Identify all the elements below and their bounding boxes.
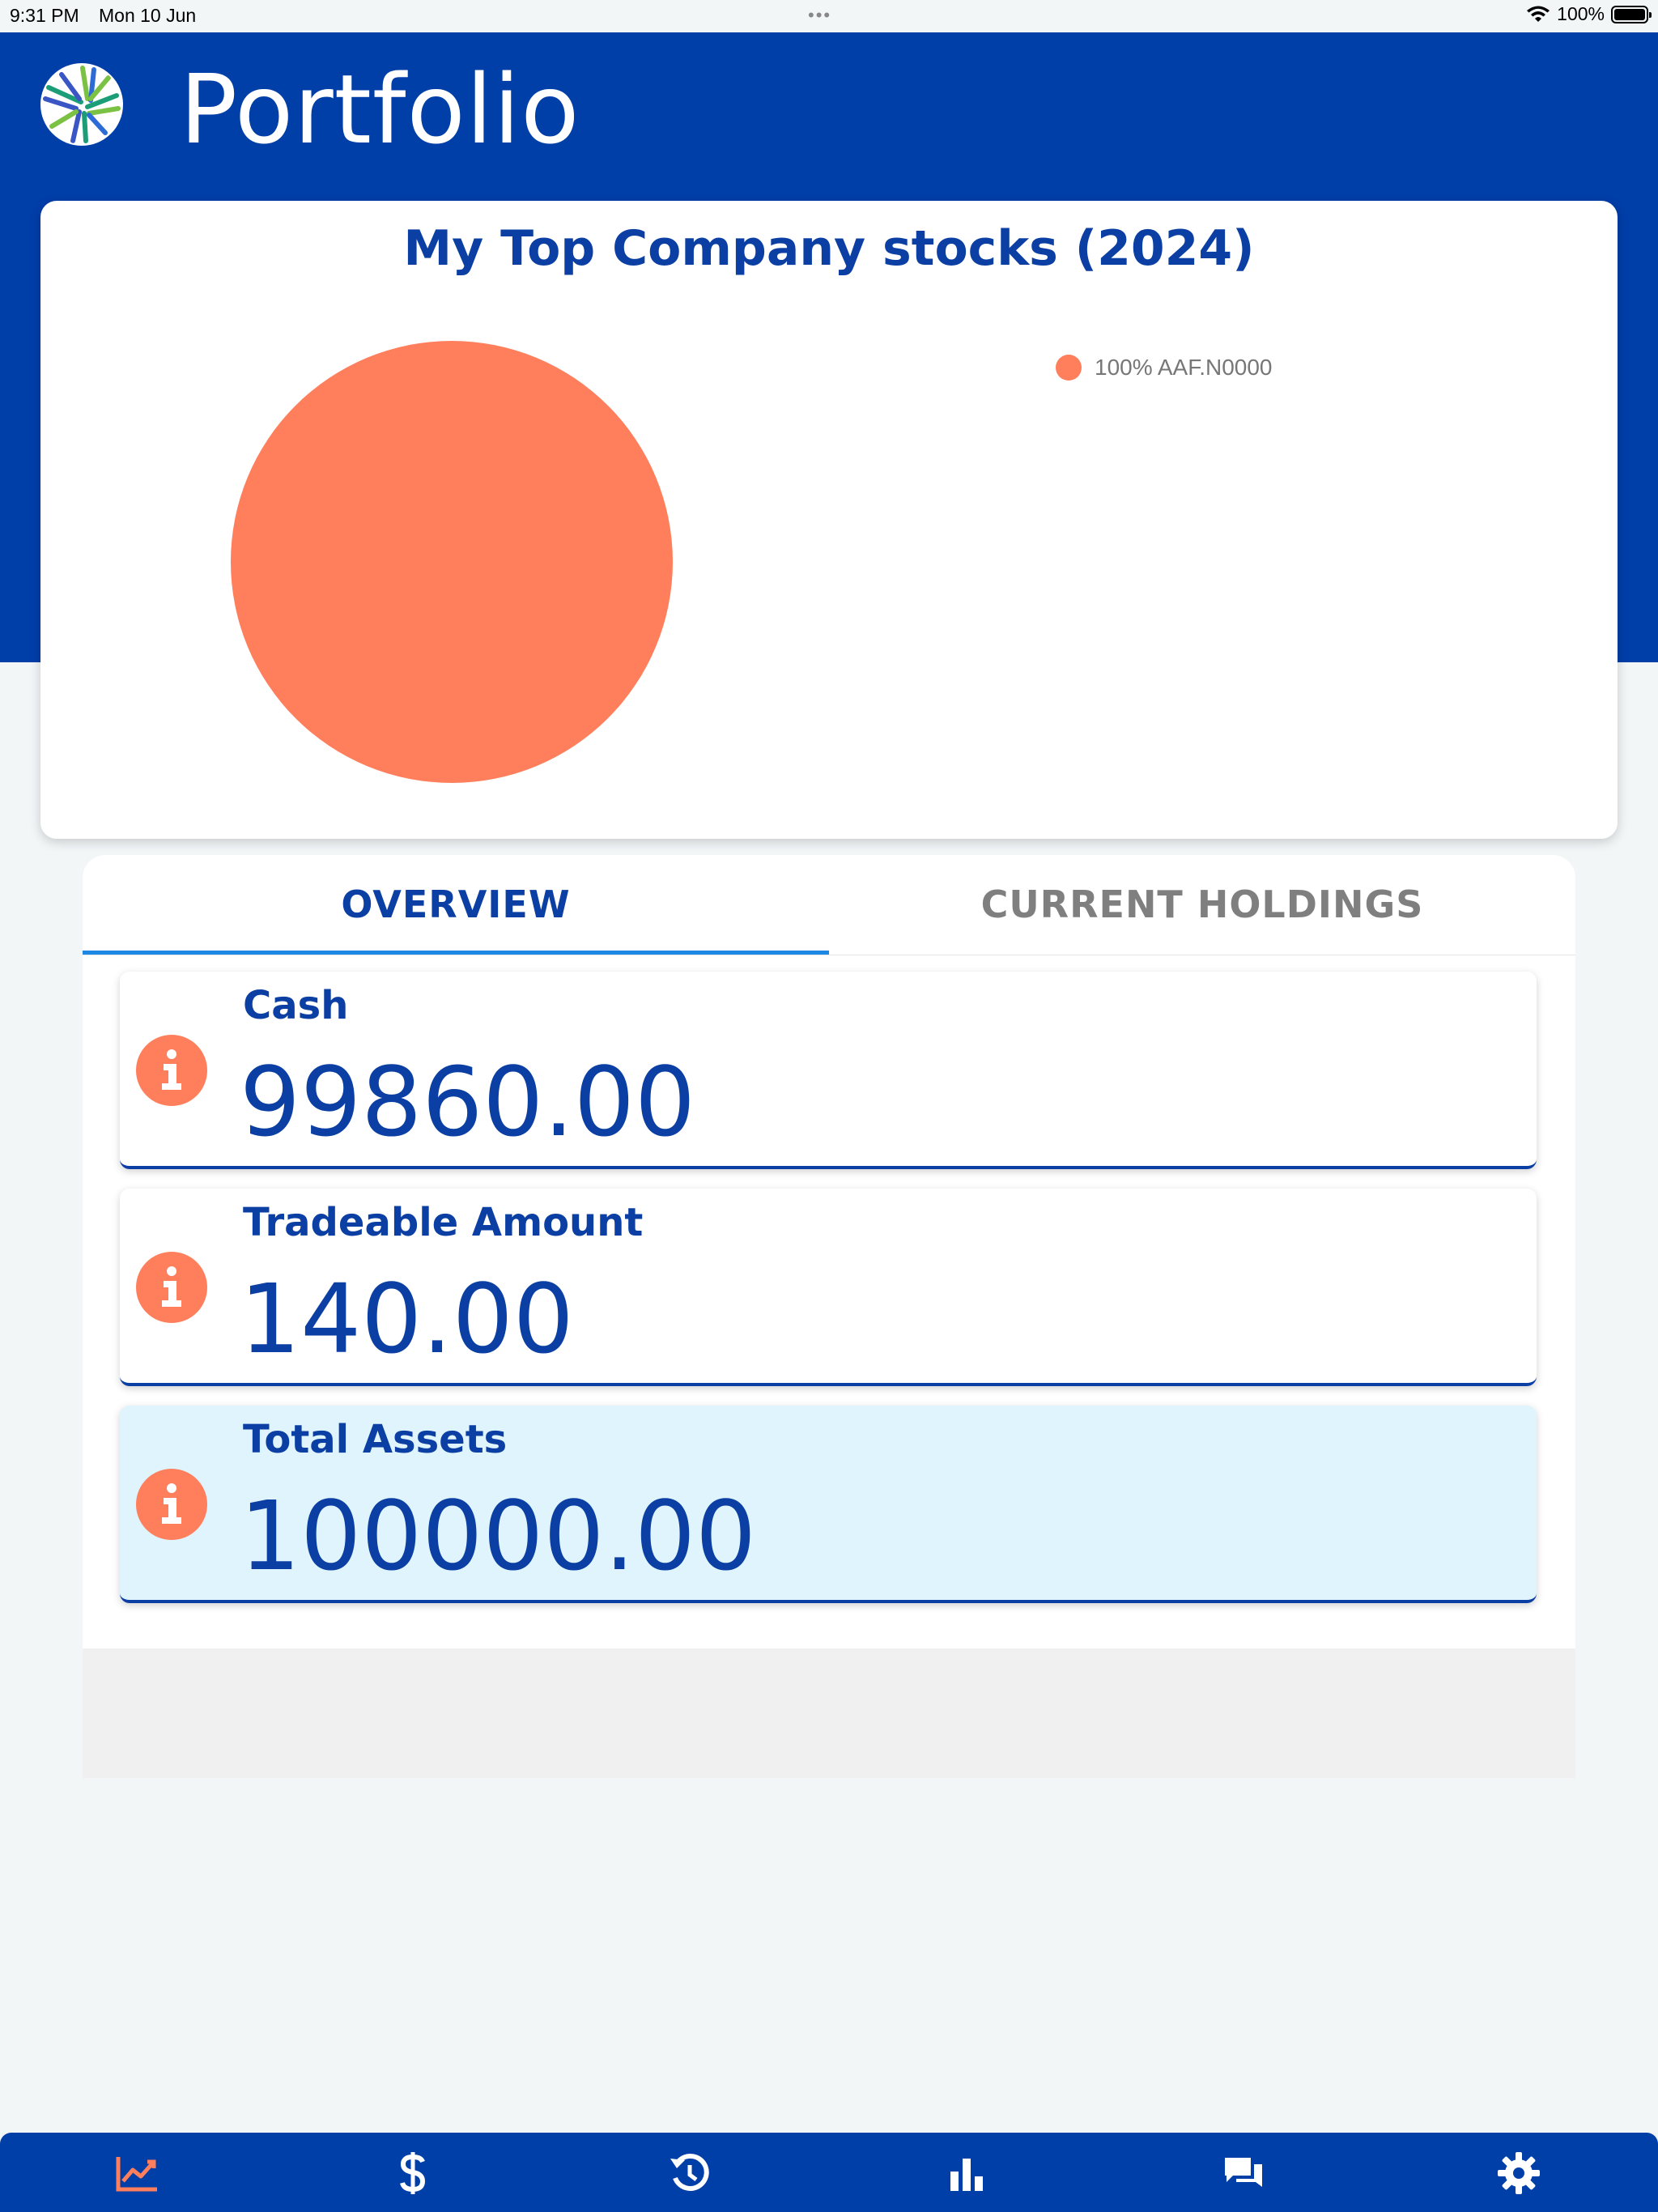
tab-overview[interactable]: OVERVIEW: [83, 855, 829, 955]
info-icon[interactable]: [136, 1035, 207, 1106]
nav-gear-icon[interactable]: [1494, 2150, 1543, 2196]
battery-percentage: 100%: [1557, 3, 1605, 24]
multitasking-dots-icon[interactable]: •••: [808, 5, 831, 26]
app-root: 9:31 PM Mon 10 Jun ••• 100% Portfolio My…: [0, 0, 1658, 2212]
tabs-panel: OVERVIEW CURRENT HOLDINGS Cash 99860.00: [83, 855, 1575, 1778]
status-right: 100%: [1526, 3, 1652, 25]
nav-portfolio-trending-icon[interactable]: [113, 2150, 162, 2196]
info-icon[interactable]: [136, 1469, 207, 1540]
status-date: Mon 10 Jun: [99, 5, 197, 26]
legend-swatch: [1056, 355, 1082, 381]
battery-icon: [1611, 5, 1652, 23]
striped-globe-logo-icon: [40, 63, 123, 146]
metric-value: 99860.00: [240, 1046, 696, 1158]
wifi-icon: [1527, 6, 1550, 22]
nav-chat-icon[interactable]: [1219, 2150, 1268, 2196]
chart-card: My Top Company stocks (2024) 100% AAF.N0…: [40, 201, 1618, 839]
metric-label: Tradeable Amount: [243, 1200, 644, 1245]
info-icon[interactable]: [136, 1252, 207, 1323]
pie-chart: [231, 341, 673, 783]
active-tab-indicator: [83, 951, 829, 955]
tab-current-holdings[interactable]: CURRENT HOLDINGS: [829, 855, 1575, 955]
status-bar: 9:31 PM Mon 10 Jun ••• 100%: [0, 0, 1658, 32]
chart-legend: 100% AAF.N0000: [1056, 355, 1273, 381]
pie-slice-aaf-n0000[interactable]: [231, 341, 673, 783]
metric-label: Total Assets: [243, 1417, 508, 1462]
legend-label: 100% AAF.N0000: [1095, 355, 1273, 380]
page-title: Portfolio: [180, 53, 580, 165]
cash-card[interactable]: Cash 99860.00: [120, 972, 1537, 1169]
tradeable-amount-card[interactable]: Tradeable Amount 140.00: [120, 1189, 1537, 1386]
bottom-navigation: [0, 2133, 1658, 2212]
metric-label: Cash: [243, 983, 349, 1028]
total-assets-card[interactable]: Total Assets 100000.00: [120, 1406, 1537, 1603]
overview-cards-area: Cash 99860.00 Tradeable Amount 140.00 To…: [83, 955, 1575, 1648]
nav-history-icon[interactable]: [665, 2150, 714, 2196]
metric-value: 100000.00: [240, 1480, 757, 1592]
tab-bar: OVERVIEW CURRENT HOLDINGS: [83, 855, 1575, 955]
nav-dollar-icon[interactable]: [389, 2150, 437, 2196]
nav-bar-chart-icon[interactable]: [942, 2150, 991, 2196]
status-time: 9:31 PM: [10, 5, 79, 26]
metric-value: 140.00: [240, 1263, 574, 1375]
